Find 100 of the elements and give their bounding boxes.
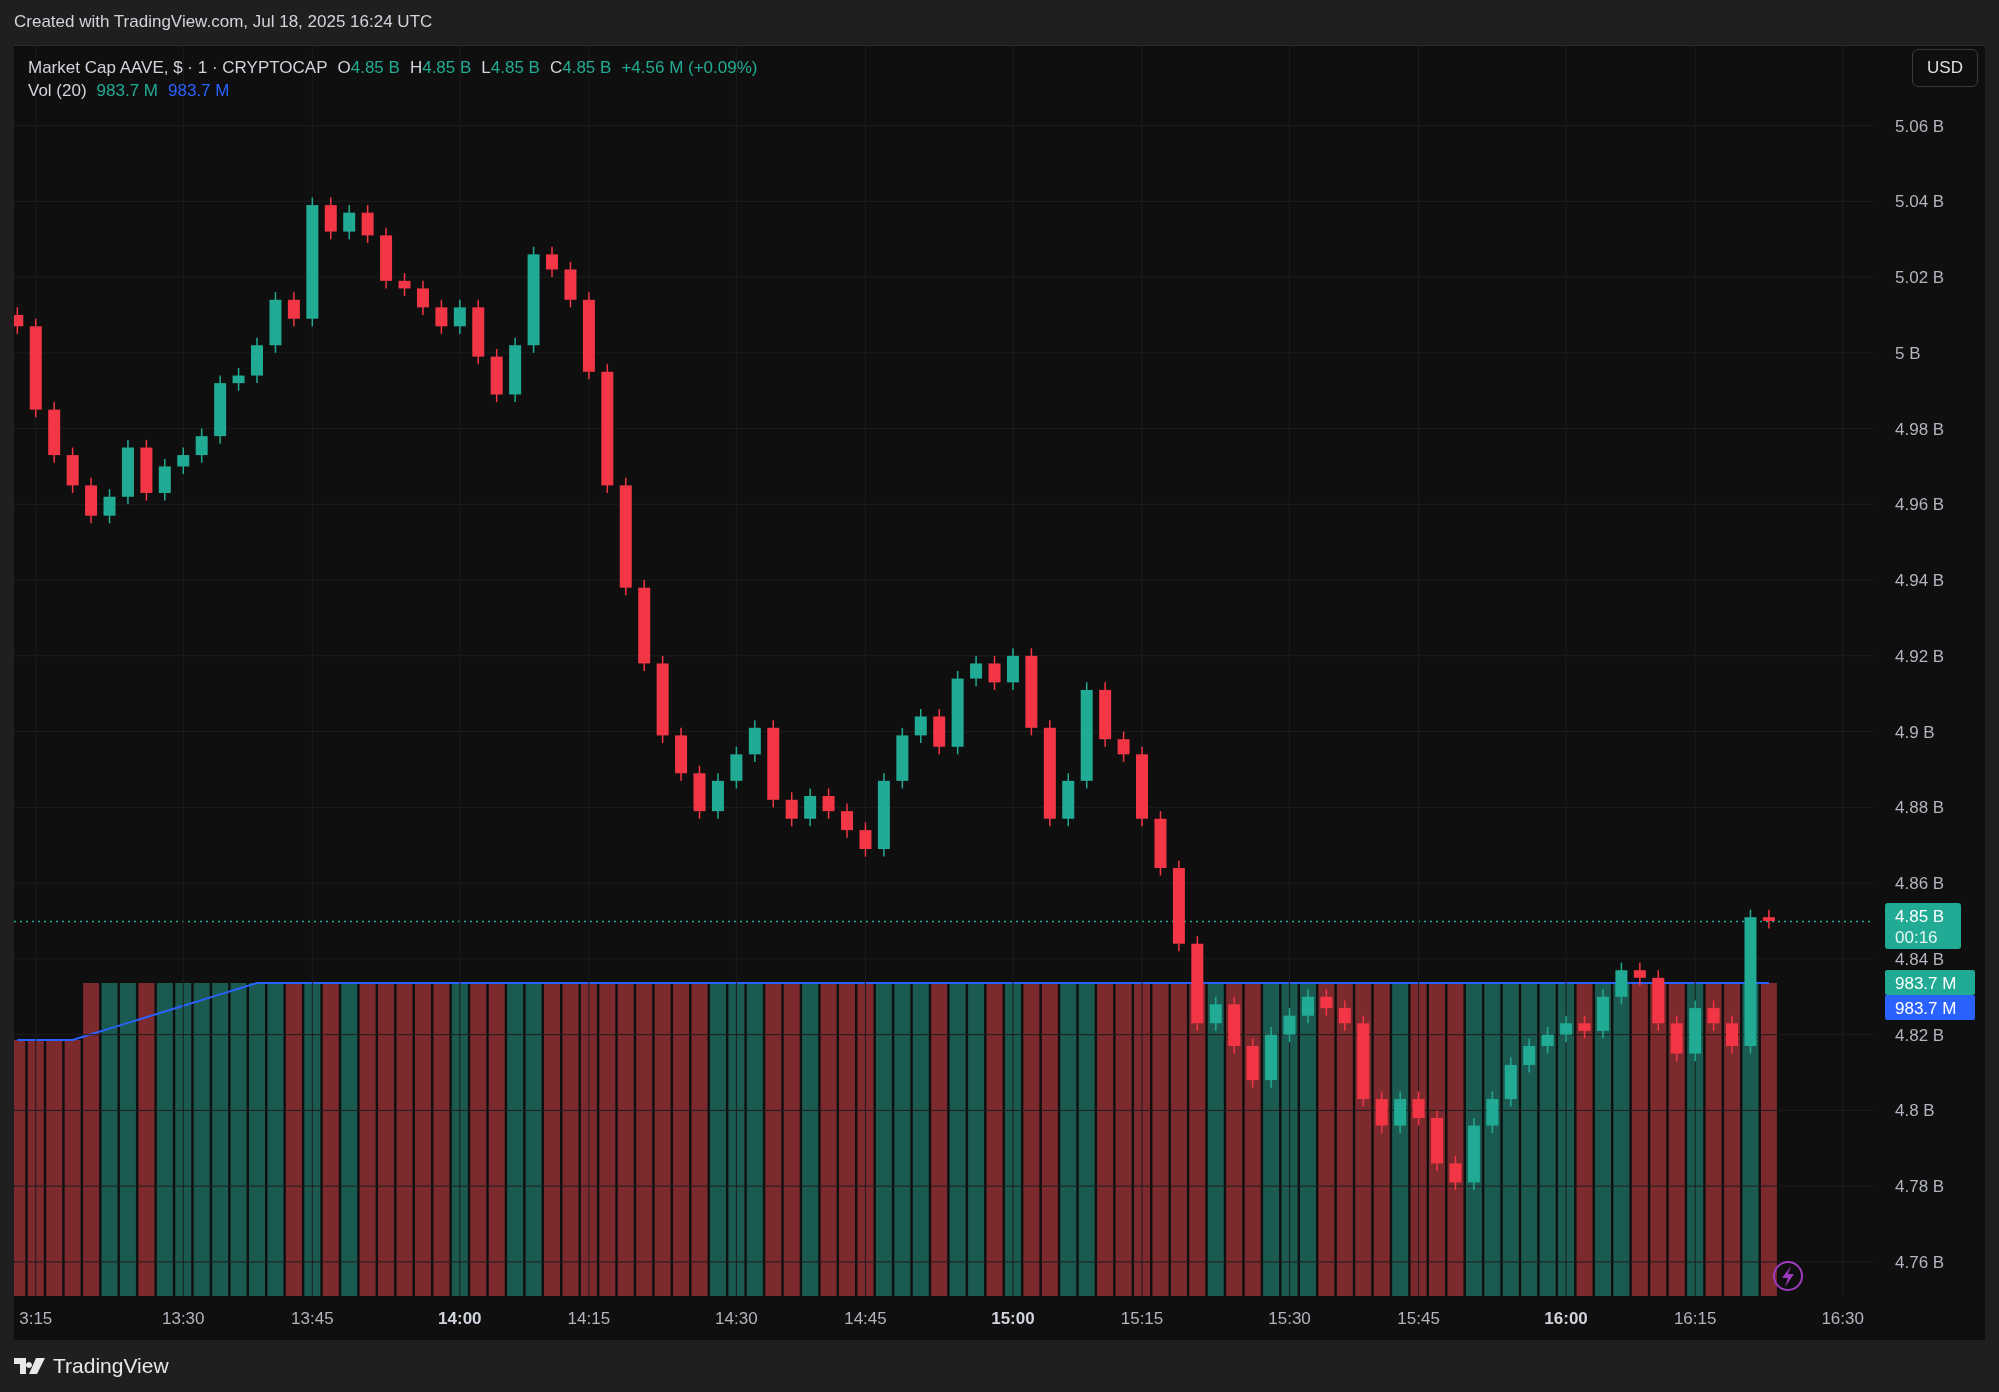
candle <box>1265 1026 1278 1089</box>
ohlc-value: 4.85 B <box>490 57 540 79</box>
candle <box>509 336 522 403</box>
candle <box>1578 1014 1591 1040</box>
price-axis-label: 5 B <box>1895 343 1921 363</box>
time-axis-label: 13:30 <box>162 1309 205 1328</box>
candle <box>1670 1014 1683 1062</box>
candle <box>269 291 282 354</box>
price-axis-label: 5.06 B <box>1895 116 1945 136</box>
ohlc-key: C <box>549 56 563 79</box>
candle <box>1394 1090 1407 1134</box>
candle <box>859 821 872 858</box>
candle <box>1209 996 1222 1032</box>
price-axis-label: 4.76 B <box>1895 1252 1945 1272</box>
currency-button[interactable]: USD <box>1912 49 1978 87</box>
candle <box>1486 1090 1499 1134</box>
candle <box>1228 996 1241 1055</box>
price-axis-label: 4.82 B <box>1895 1025 1945 1045</box>
time-axis-label: 14:30 <box>715 1309 758 1328</box>
candle <box>398 272 411 297</box>
candle <box>472 299 485 365</box>
candle <box>251 336 263 384</box>
candle <box>121 439 134 506</box>
candle <box>380 227 393 290</box>
time-axis-label: 14:15 <box>567 1309 611 1328</box>
candle <box>1062 772 1075 828</box>
candle <box>1117 730 1130 763</box>
candle <box>1596 988 1609 1040</box>
candle <box>970 655 983 687</box>
candle <box>103 488 116 524</box>
volume-label: 983.7 M <box>1895 974 1957 993</box>
symbol-title: Market Cap AAVE, $ · 1 · CRYPTOCAP <box>28 57 328 79</box>
candle <box>195 427 208 464</box>
candle <box>416 280 429 316</box>
lightning-icon[interactable] <box>1773 1261 1803 1291</box>
price-axis-label: 4.92 B <box>1895 646 1945 666</box>
ohlc-value: 4.85 B <box>350 57 400 79</box>
price-axis-label: 5.02 B <box>1895 268 1945 288</box>
caption-text: Created with TradingView.com, Jul 18, 2025 16:24 UTC <box>14 12 433 31</box>
candle <box>564 261 577 309</box>
candle <box>933 708 946 756</box>
candle <box>48 401 61 464</box>
time-axis-label: 3:15 <box>19 1309 53 1328</box>
candle <box>435 299 448 335</box>
candle <box>1099 681 1112 748</box>
candle <box>1301 988 1314 1024</box>
volume-label: 983.7 M <box>1895 999 1957 1018</box>
volume-value: 983.7 M <box>96 80 159 102</box>
candle <box>1283 1007 1296 1043</box>
price-axis-label: 4.78 B <box>1895 1177 1945 1197</box>
countdown-label: 00:16 <box>1895 928 1938 947</box>
candle <box>748 719 761 763</box>
price-axis-label: 4.8 B <box>1895 1101 1935 1121</box>
candle <box>546 246 558 278</box>
candle <box>14 306 24 335</box>
candle <box>287 291 300 328</box>
price-axis-label: 5.04 B <box>1895 192 1945 212</box>
time-axis-label: 16:00 <box>1544 1309 1588 1328</box>
time-axis-label: 15:15 <box>1120 1309 1164 1328</box>
candle <box>85 477 98 524</box>
candle <box>675 727 688 782</box>
candle <box>988 655 1001 691</box>
price-axis-label: 4.9 B <box>1895 722 1935 742</box>
price-axis-label: 4.84 B <box>1895 949 1945 969</box>
candle <box>490 348 503 403</box>
logo-icon <box>14 1358 45 1374</box>
candle <box>1689 999 1702 1062</box>
candle <box>343 204 356 240</box>
candle <box>214 374 227 445</box>
candle <box>693 764 706 820</box>
candle <box>896 727 909 790</box>
price-axis-label: 4.96 B <box>1895 495 1945 515</box>
ohlc-key: H <box>409 56 423 79</box>
price-axis-label: 4.86 B <box>1895 874 1945 894</box>
candle <box>232 367 245 392</box>
candle <box>1615 961 1628 1006</box>
ohlc-value: 4.85 B <box>422 57 472 79</box>
time-axis-label: 16:30 <box>1821 1309 1864 1328</box>
brand-text: TradingView <box>53 1354 169 1378</box>
candle <box>1560 1014 1573 1043</box>
candle <box>1726 1014 1739 1055</box>
price-axis-label: 4.88 B <box>1895 798 1945 818</box>
candle <box>453 299 466 335</box>
candle <box>822 787 835 820</box>
time-axis-label: 15:45 <box>1397 1309 1440 1328</box>
ohlc-key: L <box>481 56 491 79</box>
candle <box>1431 1109 1444 1172</box>
time-axis-label: 13:45 <box>291 1309 334 1328</box>
candle <box>361 204 374 244</box>
time-axis-label: 14:45 <box>844 1309 887 1328</box>
candle <box>1652 969 1665 1032</box>
change-value: +4.56 M (+0.09%) <box>621 57 758 79</box>
candle <box>730 746 743 790</box>
time-axis-label: 16:15 <box>1673 1309 1717 1328</box>
candle <box>158 458 171 502</box>
candle <box>66 446 79 494</box>
candle <box>1523 1037 1536 1074</box>
candle <box>324 196 337 240</box>
candle <box>1338 999 1351 1032</box>
price-label: 4.85 B <box>1895 907 1945 926</box>
